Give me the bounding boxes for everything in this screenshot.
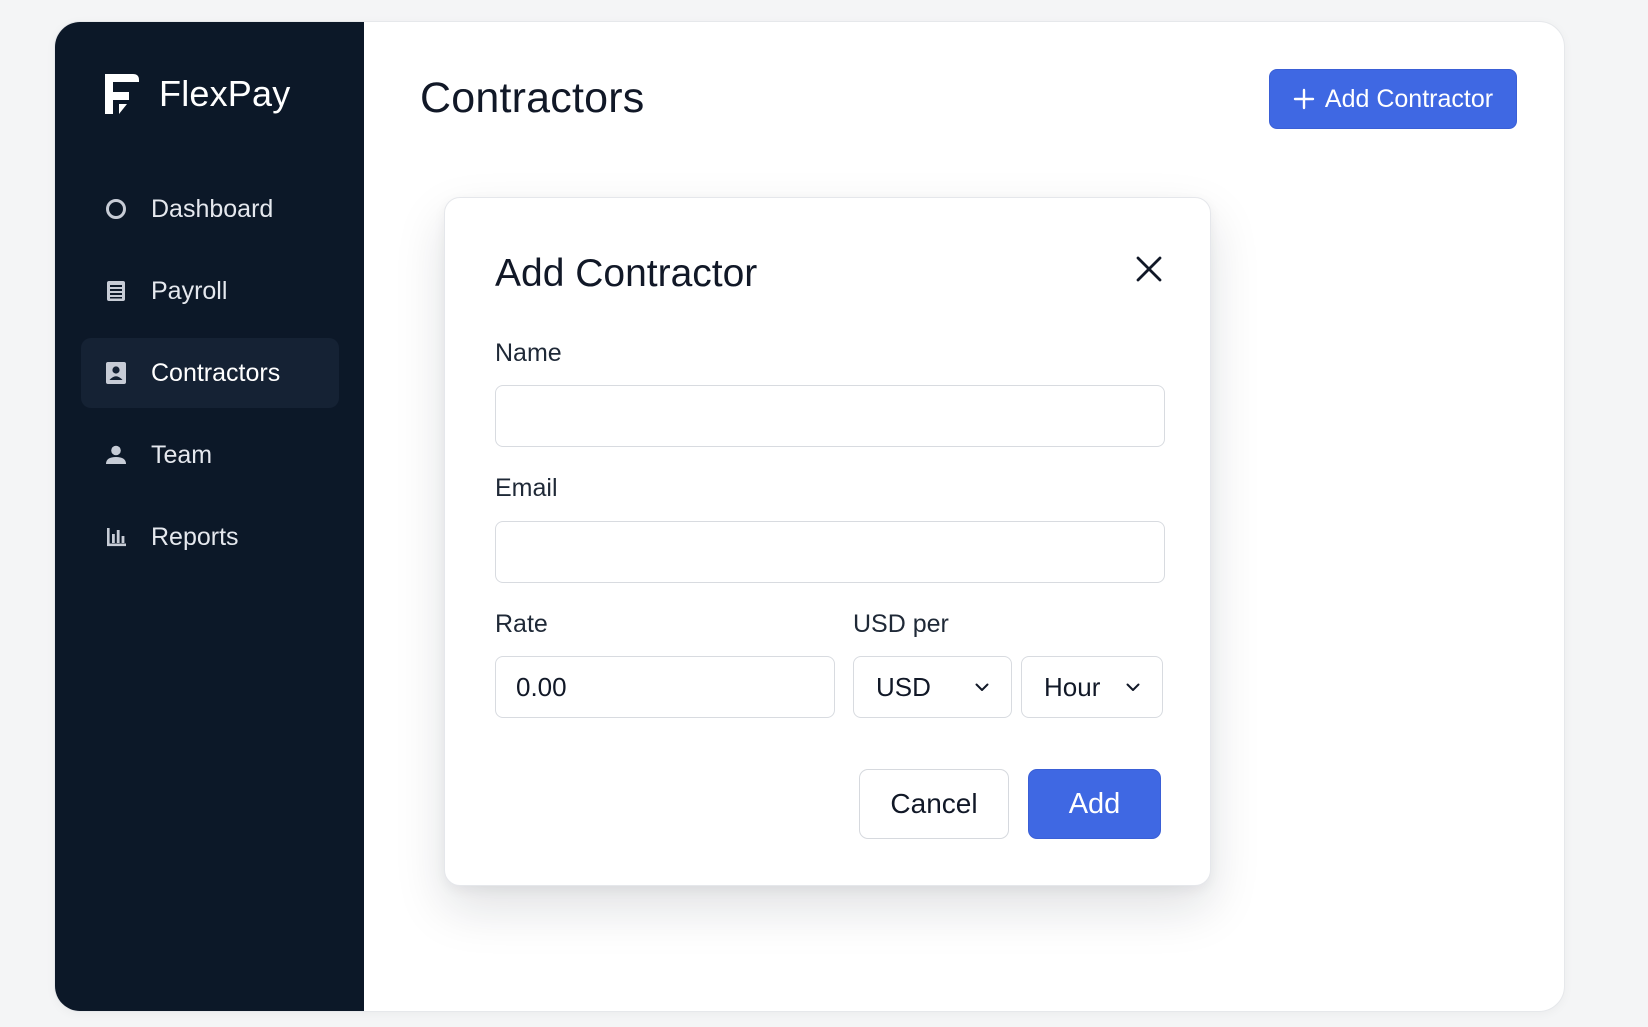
contact-card-icon xyxy=(103,360,129,386)
add-contractor-button[interactable]: Add Contractor xyxy=(1269,69,1517,129)
chevron-down-icon xyxy=(975,683,989,691)
circle-icon xyxy=(103,196,129,222)
add-contractor-dialog: Add Contractor Name Email Rate USD per U… xyxy=(444,197,1211,886)
person-icon xyxy=(103,442,129,468)
name-label: Name xyxy=(495,339,562,367)
main-content: Contractors Add Contractor Add Contracto… xyxy=(364,22,1564,1011)
document-list-icon xyxy=(103,278,129,304)
email-label: Email xyxy=(495,474,558,502)
dialog-title: Add Contractor xyxy=(495,252,758,295)
sidebar-item-label: Dashboard xyxy=(151,194,274,223)
sidebar-item-team[interactable]: Team xyxy=(81,420,339,490)
rate-label: Rate xyxy=(495,610,548,638)
sidebar-item-reports[interactable]: Reports xyxy=(81,502,339,572)
sidebar-item-contractors[interactable]: Contractors xyxy=(81,338,339,408)
add-button[interactable]: Add xyxy=(1028,769,1161,839)
close-icon[interactable] xyxy=(1132,252,1166,286)
bar-chart-icon xyxy=(103,524,129,550)
cancel-button[interactable]: Cancel xyxy=(859,769,1009,839)
sidebar-item-label: Team xyxy=(151,440,213,469)
sidebar-item-payroll[interactable]: Payroll xyxy=(81,256,339,326)
brand-name: FlexPay xyxy=(159,73,291,114)
currency-select[interactable]: USD xyxy=(853,656,1012,718)
page-title: Contractors xyxy=(420,74,645,122)
brand-logo[interactable]: FlexPay xyxy=(103,72,290,116)
chevron-down-icon xyxy=(1126,683,1140,691)
currency-select-value: USD xyxy=(876,671,931,702)
flexpay-logo-icon xyxy=(105,74,139,114)
email-input[interactable] xyxy=(495,521,1165,583)
sidebar-item-label: Contractors xyxy=(151,358,281,387)
sidebar: FlexPay Dashboard Payroll Contractors Te… xyxy=(55,22,364,1011)
rate-unit-select-value: Hour xyxy=(1044,671,1101,702)
rate-input[interactable] xyxy=(495,656,835,718)
add-contractor-button-label: Add Contractor xyxy=(1324,84,1494,113)
app-window: FlexPay Dashboard Payroll Contractors Te… xyxy=(54,21,1565,1012)
usd-per-label: USD per xyxy=(853,610,949,638)
rate-unit-select[interactable]: Hour xyxy=(1021,656,1163,718)
sidebar-nav: Dashboard Payroll Contractors Team Repor… xyxy=(81,174,339,584)
sidebar-item-label: Reports xyxy=(151,522,239,551)
sidebar-item-dashboard[interactable]: Dashboard xyxy=(81,174,339,244)
name-input[interactable] xyxy=(495,385,1165,447)
sidebar-item-label: Payroll xyxy=(151,276,228,305)
plus-icon xyxy=(1293,88,1315,110)
